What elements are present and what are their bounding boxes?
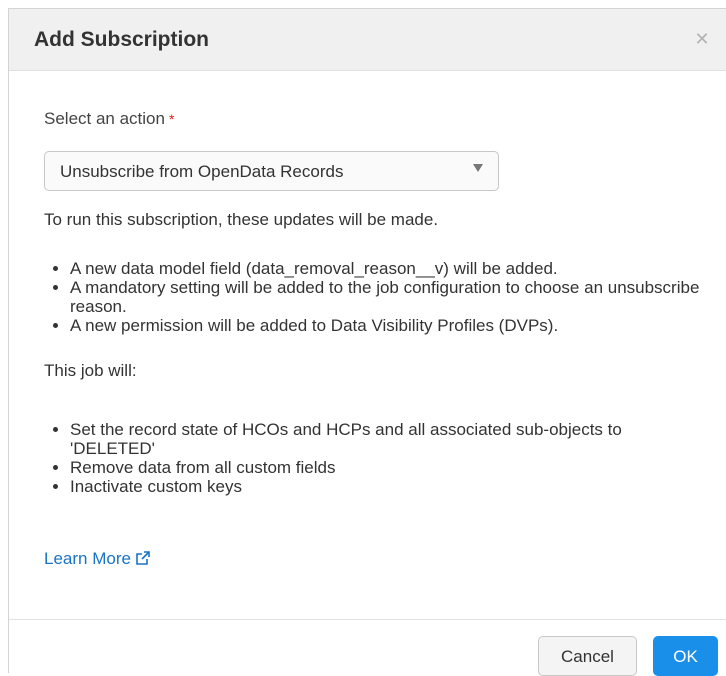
list-item: A new permission will be added to Data V…: [70, 316, 726, 335]
job-items-list: Set the record state of HCOs and HCPs an…: [44, 420, 710, 496]
ok-button[interactable]: OK: [653, 636, 718, 676]
dropdown-caret-icon: [473, 164, 483, 172]
action-select[interactable]: Unsubscribe from OpenData Records: [44, 151, 499, 191]
dialog-header: Add Subscription ✕: [9, 9, 726, 71]
list-item: Set the record state of HCOs and HCPs an…: [70, 420, 710, 458]
external-link-icon: [136, 551, 150, 565]
updates-intro: To run this subscription, these updates …: [44, 210, 439, 229]
learn-more-link[interactable]: Learn More: [44, 549, 151, 569]
close-icon[interactable]: ✕: [692, 29, 712, 49]
dialog-footer: Cancel OK: [9, 619, 726, 676]
list-item: Inactivate custom keys: [70, 477, 710, 496]
updates-list: A new data model field (data_removal_rea…: [44, 259, 726, 335]
dialog-title: Add Subscription: [34, 28, 209, 51]
action-label-text: Select an action: [44, 109, 165, 128]
add-subscription-dialog: Add Subscription ✕ Select an action * Uns…: [8, 8, 726, 676]
cancel-button[interactable]: Cancel: [538, 636, 637, 676]
dialog-body: Select an action * Unsubscribe from OpenD…: [44, 109, 706, 568]
list-item: Remove data from all custom fields: [70, 458, 710, 477]
job-label: This job will:: [44, 361, 137, 380]
list-item: A mandatory setting will be added to the…: [70, 278, 726, 316]
learn-more-label: Learn More: [44, 549, 131, 568]
list-item: A new data model field (data_removal_rea…: [70, 259, 726, 278]
action-label: Select an action *: [44, 109, 706, 129]
action-select-value: Unsubscribe from OpenData Records: [60, 162, 344, 181]
required-marker: *: [168, 111, 175, 127]
